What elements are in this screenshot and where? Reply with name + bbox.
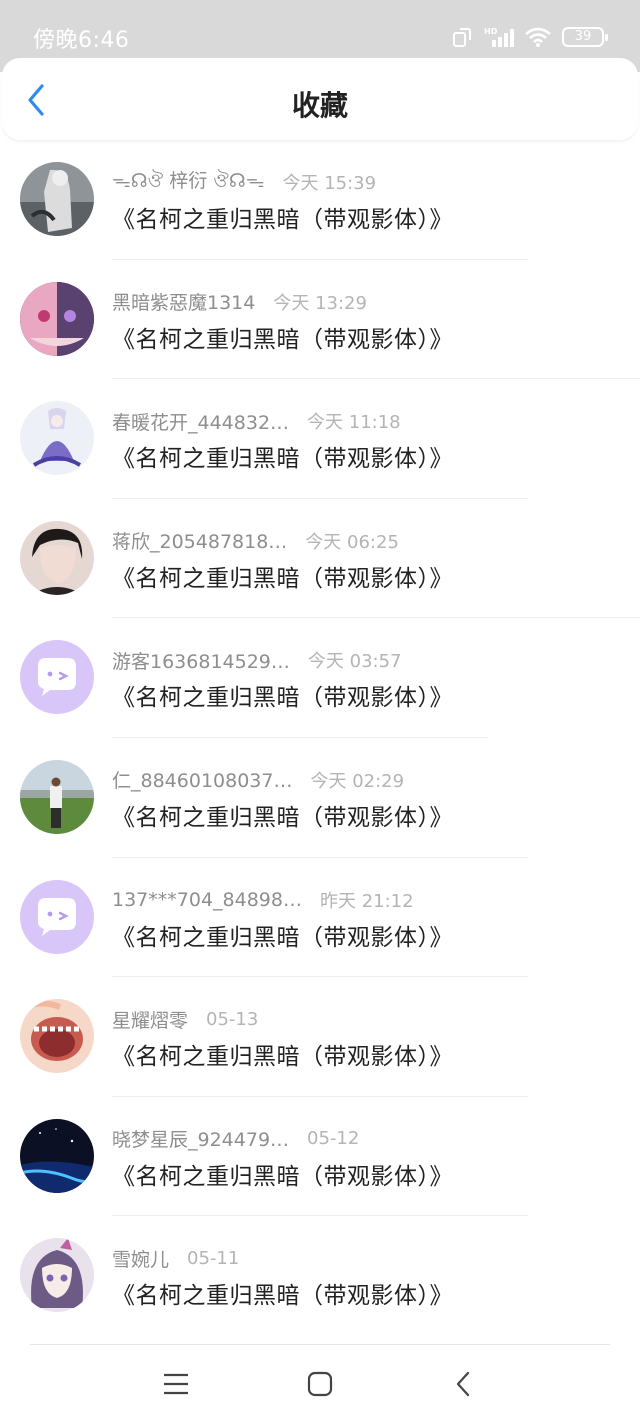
menu-icon[interactable] <box>161 1369 191 1399</box>
username: 仁_88460108037… <box>112 770 293 793</box>
navigation-bar <box>0 1345 640 1422</box>
status-icons: HD 39 <box>452 24 608 50</box>
wifi-icon <box>525 27 551 47</box>
item-meta: 星耀熠零 05-13 <box>112 1005 258 1033</box>
book-title[interactable]: 《名柯之重归黑暗（带观影体）》 <box>112 200 453 234</box>
timestamp: 05-12 <box>307 1128 360 1150</box>
favorite-item[interactable]: 雪婉儿 05-11 《名柯之重归黑暗（带观影体）》 <box>0 1216 640 1336</box>
item-meta: 仁_88460108037… 今天 02:29 <box>112 766 404 794</box>
book-title[interactable]: 《名柯之重归黑暗（带观影体）》 <box>112 678 453 712</box>
book-title[interactable]: 《名柯之重归黑暗（带观影体）》 <box>112 1276 453 1310</box>
battery-icon: 39 <box>562 27 608 47</box>
guest-avatar-icon[interactable] <box>20 640 94 715</box>
favorite-item[interactable]: 春暖花开_444832… 今天 11:18 《名柯之重归黑暗（带观影体）》 <box>0 379 640 499</box>
user-avatar[interactable] <box>20 401 94 476</box>
item-meta: 137***704_84898… 昨天 21:12 <box>112 886 414 914</box>
username: 春暖花开_444832… <box>112 411 290 434</box>
user-avatar[interactable] <box>20 162 94 236</box>
svg-text:HD: HD <box>484 27 498 36</box>
user-avatar[interactable] <box>20 281 94 356</box>
back-icon[interactable] <box>449 1369 479 1399</box>
favorite-item[interactable]: 137***704_84898… 昨天 21:12 《名柯之重归黑暗（带观影体）》 <box>0 858 640 978</box>
user-avatar[interactable] <box>20 520 94 595</box>
item-meta: 游客1636814529… 今天 03:57 <box>112 646 402 674</box>
item-meta: ᯓ☊ঔ 梓衍 ঔ☊ᯓ 今天 15:39 <box>112 168 376 196</box>
timestamp: 昨天 21:12 <box>319 890 414 912</box>
user-avatar[interactable] <box>20 1238 94 1313</box>
favorites-list: ᯓ☊ঔ 梓衍 ঔ☊ᯓ 今天 15:39 《名柯之重归黑暗（带观影体）》 黑暗紫惡魔13… <box>0 140 640 1336</box>
timestamp: 05-13 <box>206 1008 259 1030</box>
timestamp: 05-11 <box>187 1247 240 1269</box>
battery-level: 39 <box>574 29 592 44</box>
book-title[interactable]: 《名柯之重归黑暗（带观影体）》 <box>112 798 453 832</box>
favorite-item[interactable]: 黑暗紫惡魔1314 今天 13:29 《名柯之重归黑暗（带观影体）》 <box>0 260 640 380</box>
timestamp: 今天 06:25 <box>305 531 399 553</box>
item-meta: 春暖花开_444832… 今天 11:18 <box>112 407 401 435</box>
book-title[interactable]: 《名柯之重归黑暗（带观影体）》 <box>112 918 453 952</box>
book-title[interactable]: 《名柯之重归黑暗（带观影体）》 <box>112 1037 453 1071</box>
username: 蒋欣_205487818… <box>112 531 288 554</box>
user-avatar[interactable] <box>20 1118 94 1193</box>
dual-screen-icon <box>453 28 471 47</box>
book-title[interactable]: 《名柯之重归黑暗（带观影体）》 <box>112 439 453 473</box>
username: 137***704_84898… <box>112 888 302 911</box>
status-time: 傍晚6:46 <box>33 28 130 53</box>
username: 雪婉儿 <box>112 1248 170 1271</box>
guest-avatar-icon[interactable] <box>20 879 94 954</box>
timestamp: 今天 13:29 <box>273 292 367 314</box>
book-title[interactable]: 《名柯之重归黑暗（带观影体）》 <box>112 1157 453 1191</box>
item-meta: 黑暗紫惡魔1314 今天 13:29 <box>112 288 367 316</box>
book-title[interactable]: 《名柯之重归黑暗（带观影体）》 <box>112 320 453 354</box>
book-title[interactable]: 《名柯之重归黑暗（带观影体）》 <box>112 559 453 593</box>
timestamp: 今天 02:29 <box>310 770 405 792</box>
item-meta: 雪婉儿 05-11 <box>112 1244 239 1272</box>
item-meta: 蒋欣_205487818… 今天 06:25 <box>112 527 399 555</box>
favorite-item[interactable]: 晓梦星辰_924479… 05-12 《名柯之重归黑暗（带观影体）》 <box>0 1097 640 1217</box>
home-icon[interactable] <box>305 1369 335 1399</box>
username: 晓梦星辰_924479… <box>112 1129 290 1152</box>
page-title: 收藏 <box>291 89 348 122</box>
timestamp: 今天 11:18 <box>307 412 401 434</box>
favorite-item[interactable]: 仁_88460108037… 今天 02:29 《名柯之重归黑暗（带观影体）》 <box>0 738 640 858</box>
username: 游客1636814529… <box>112 650 290 673</box>
user-avatar[interactable] <box>20 999 94 1074</box>
username: 星耀熠零 <box>112 1009 189 1032</box>
signal-icon: HD <box>484 27 514 47</box>
timestamp: 今天 03:57 <box>307 651 402 673</box>
user-avatar[interactable] <box>20 759 94 834</box>
favorite-item[interactable]: 星耀熠零 05-13 《名柯之重归黑暗（带观影体）》 <box>0 977 640 1097</box>
favorite-item[interactable]: 蒋欣_205487818… 今天 06:25 《名柯之重归黑暗（带观影体）》 <box>0 499 640 619</box>
timestamp: 今天 15:39 <box>282 173 377 194</box>
favorite-item[interactable]: ᯓ☊ঔ 梓衍 ঔ☊ᯓ 今天 15:39 《名柯之重归黑暗（带观影体）》 <box>0 140 640 260</box>
username: 黑暗紫惡魔1314 <box>112 292 256 315</box>
header: 收藏 <box>2 58 638 140</box>
item-meta: 晓梦星辰_924479… 05-12 <box>112 1125 359 1153</box>
favorite-item[interactable]: 游客1636814529… 今天 03:57 《名柯之重归黑暗（带观影体）》 <box>0 618 640 738</box>
username: ᯓ☊ঔ 梓衍 ঔ☊ᯓ <box>112 169 265 192</box>
